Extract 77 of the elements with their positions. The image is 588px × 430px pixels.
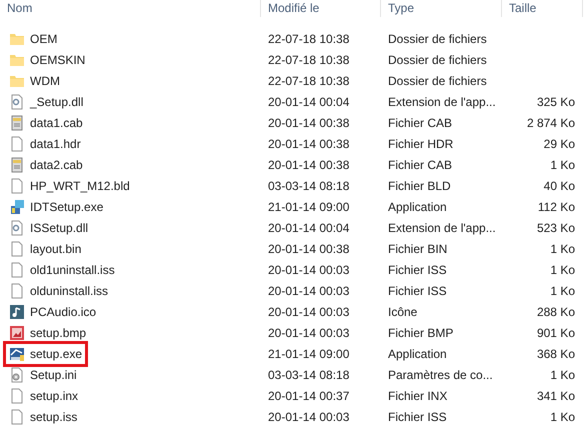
modified-date: 20-01-14 00:04 (268, 95, 350, 109)
file-size: 325 Ko (536, 95, 575, 109)
file-type: Fichier ISS (388, 410, 447, 424)
file-size: 1 Ko (550, 368, 575, 382)
file-size: 523 Ko (536, 221, 575, 235)
modified-date: 21-01-14 09:00 (268, 347, 350, 361)
file-name[interactable]: _Setup.dll (30, 95, 84, 109)
modified-date: 20-01-14 00:03 (268, 326, 350, 340)
file-name[interactable]: data2.cab (30, 158, 83, 172)
file-name[interactable]: OEM (30, 32, 58, 46)
file-type: Icône (388, 305, 418, 319)
file-size: 288 Ko (536, 305, 575, 319)
column-header: Type (381, 0, 502, 17)
file-name[interactable]: setup.bmp (30, 326, 86, 340)
file-type: Paramètres de co... (388, 368, 493, 382)
file-size: 368 Ko (536, 347, 575, 361)
modified-date: 20-01-14 00:03 (268, 284, 350, 298)
file-name[interactable]: layout.bin (30, 242, 82, 256)
file-size: 40 Ko (544, 179, 575, 193)
file-name[interactable]: ISSetup.dll (30, 221, 88, 235)
file-size: 341 Ko (536, 389, 575, 403)
file-size: 1 Ko (550, 263, 575, 277)
file-size: 2 874 Ko (526, 116, 575, 130)
file-type: Fichier BIN (388, 242, 448, 256)
file-name[interactable]: olduninstall.iss (30, 284, 108, 298)
file-size: 1 Ko (550, 158, 575, 172)
file-name[interactable]: setup.iss (30, 410, 78, 424)
file-type: Fichier ISS (388, 263, 447, 277)
modified-date: 20-01-14 00:38 (268, 116, 350, 130)
file-size: 901 Ko (536, 326, 575, 340)
file-type: Fichier ISS (388, 284, 447, 298)
file-type: Fichier BLD (388, 179, 451, 193)
column-header: Nom (0, 0, 261, 17)
modified-date: 20-01-14 00:03 (268, 305, 350, 319)
modified-date: 20-01-14 00:03 (268, 263, 350, 277)
file-type: Fichier BMP (388, 326, 454, 340)
modified-date: 22-07-18 10:38 (268, 32, 350, 46)
file-type: Dossier de fichiers (388, 74, 487, 88)
modified-date: 20-01-14 00:04 (268, 221, 350, 235)
file-name[interactable]: setup.inx (30, 389, 78, 403)
file-size: 1 Ko (550, 410, 575, 424)
file-type: Dossier de fichiers (388, 53, 487, 67)
modified-date: 20-01-14 00:38 (268, 137, 350, 151)
file-name[interactable]: old1uninstall.iss (30, 263, 115, 277)
modified-date: 03-03-14 08:18 (268, 368, 350, 382)
file-size: 1 Ko (550, 284, 575, 298)
modified-date: 21-01-14 09:00 (268, 200, 350, 214)
modified-date: 20-01-14 00:38 (268, 242, 350, 256)
file-type: Application (388, 200, 447, 214)
file-type: Application (388, 347, 447, 361)
file-type: Extension de l'app... (388, 95, 496, 109)
file-name[interactable]: IDTSetup.exe (30, 200, 104, 214)
modified-date: 22-07-18 10:38 (268, 74, 350, 88)
modified-date: 20-01-14 00:38 (268, 158, 350, 172)
column-header: Modifié le (261, 0, 381, 17)
file-size: 29 Ko (544, 137, 575, 151)
modified-date: 03-03-14 08:18 (268, 179, 350, 193)
file-type: Fichier INX (388, 389, 448, 403)
file-type: Fichier CAB (388, 116, 452, 130)
file-type: Fichier CAB (388, 158, 452, 172)
file-name[interactable]: setup.exe (30, 347, 82, 361)
file-name[interactable]: data1.hdr (30, 137, 81, 151)
file-size: 112 Ko (538, 200, 575, 214)
file-name[interactable]: OEMSKIN (30, 53, 86, 67)
modified-date: 20-01-14 00:37 (268, 389, 350, 403)
file-size: 1 Ko (550, 242, 575, 256)
modified-date: 20-01-14 00:03 (268, 410, 350, 424)
file-name[interactable]: HP_WRT_M12.bld (30, 179, 130, 193)
file-type: Extension de l'app... (388, 221, 496, 235)
file-type: Dossier de fichiers (388, 32, 487, 46)
file-name[interactable]: WDM (30, 74, 60, 88)
column-header: Taille (502, 0, 583, 17)
file-name[interactable]: Setup.ini (30, 368, 77, 382)
modified-date: 22-07-18 10:38 (268, 53, 350, 67)
file-name[interactable]: PCAudio.ico (30, 305, 96, 319)
file-type: Fichier HDR (388, 137, 454, 151)
file-name[interactable]: data1.cab (30, 116, 83, 130)
